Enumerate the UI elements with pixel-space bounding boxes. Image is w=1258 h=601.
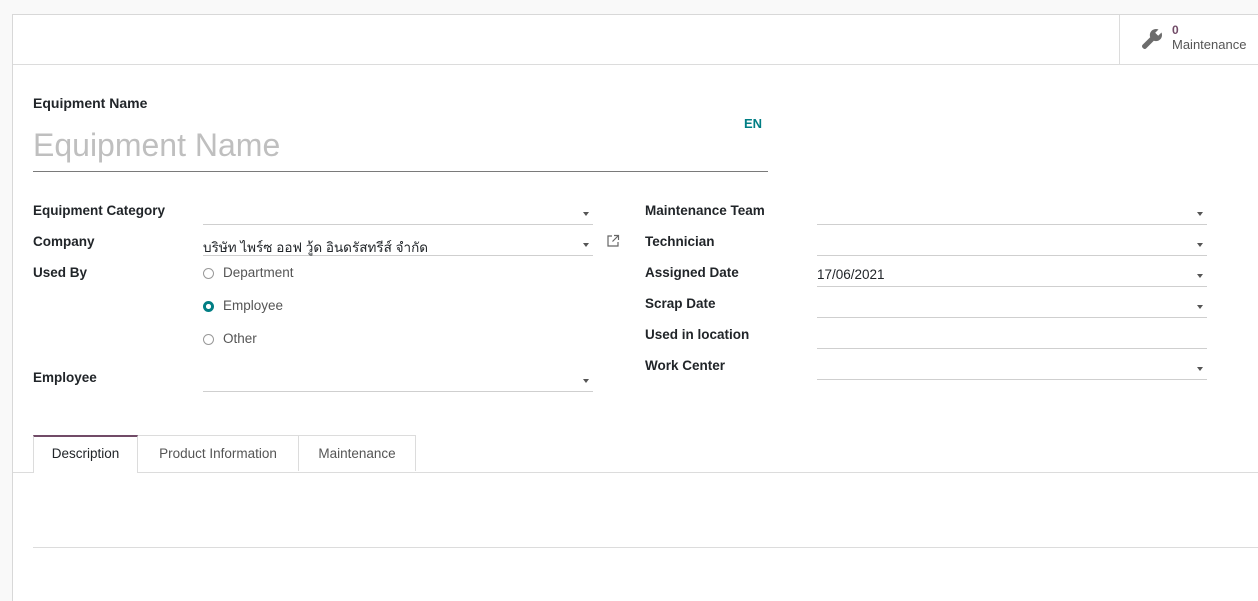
maintenance-team-label: Maintenance Team bbox=[645, 203, 765, 218]
radio-label: Other bbox=[223, 331, 257, 346]
description-editor[interactable] bbox=[33, 547, 1258, 548]
caret-down-icon bbox=[583, 212, 589, 216]
radio-circle bbox=[203, 268, 214, 279]
caret-down-icon bbox=[1197, 212, 1203, 216]
company-label: Company bbox=[33, 234, 95, 249]
company-select[interactable]: บริษัท ไพร์ซ ออฟ วู้ด อินดรัสทรีส์ จำกัด bbox=[203, 234, 593, 256]
radio-label: Employee bbox=[223, 298, 284, 313]
caret-down-icon bbox=[583, 243, 589, 247]
technician-label: Technician bbox=[645, 234, 715, 249]
employee-select[interactable] bbox=[203, 370, 593, 392]
tab-description[interactable]: Description bbox=[33, 435, 138, 473]
radio-circle bbox=[203, 334, 214, 345]
assigned-date-value: 17/06/2021 bbox=[817, 267, 885, 282]
employee-label: Employee bbox=[33, 370, 97, 385]
scrap-date-input[interactable] bbox=[817, 296, 1207, 318]
radio-circle-checked bbox=[203, 301, 214, 312]
tab-product-information[interactable]: Product Information bbox=[138, 435, 299, 471]
maintenance-team-select[interactable] bbox=[817, 203, 1207, 225]
external-link-icon[interactable] bbox=[606, 234, 620, 248]
form-sheet: 0 Maintenance Equipment Name EN Equipmen… bbox=[12, 14, 1258, 601]
used-by-label: Used By bbox=[33, 265, 88, 280]
assigned-date-label: Assigned Date bbox=[645, 265, 739, 280]
scrap-date-label: Scrap Date bbox=[645, 296, 716, 311]
maintenance-count: 0 bbox=[1172, 23, 1179, 37]
tab-maintenance[interactable]: Maintenance bbox=[299, 435, 416, 471]
button-box: 0 Maintenance bbox=[13, 15, 1258, 65]
assigned-date-input[interactable]: 17/06/2021 bbox=[817, 265, 1207, 287]
used-in-location-label: Used in location bbox=[645, 327, 750, 342]
language-button[interactable]: EN bbox=[744, 116, 762, 131]
caret-down-icon bbox=[583, 379, 589, 383]
work-center-label: Work Center bbox=[645, 358, 726, 373]
radio-label: Department bbox=[223, 265, 294, 280]
equipment-name-input[interactable] bbox=[33, 119, 768, 172]
caret-down-icon bbox=[1197, 367, 1203, 371]
caret-down-icon bbox=[1197, 274, 1203, 278]
company-value: บริษัท ไพร์ซ ออฟ วู้ด อินดรัสทรีส์ จำกัด bbox=[203, 240, 429, 255]
work-center-select[interactable] bbox=[817, 358, 1207, 380]
maintenance-label: Maintenance bbox=[1172, 37, 1247, 52]
equipment-category-select[interactable] bbox=[203, 203, 593, 225]
technician-select[interactable] bbox=[817, 234, 1207, 256]
equipment-name-label: Equipment Name bbox=[33, 95, 148, 111]
maintenance-smart-button[interactable]: 0 Maintenance bbox=[1119, 15, 1258, 64]
equipment-category-label: Equipment Category bbox=[33, 203, 166, 218]
caret-down-icon bbox=[1197, 305, 1203, 309]
used-in-location-input[interactable] bbox=[817, 327, 1207, 349]
caret-down-icon bbox=[1197, 243, 1203, 247]
notebook-tabs: Description Product Information Maintena… bbox=[13, 435, 1258, 473]
wrench-icon bbox=[1142, 28, 1163, 49]
